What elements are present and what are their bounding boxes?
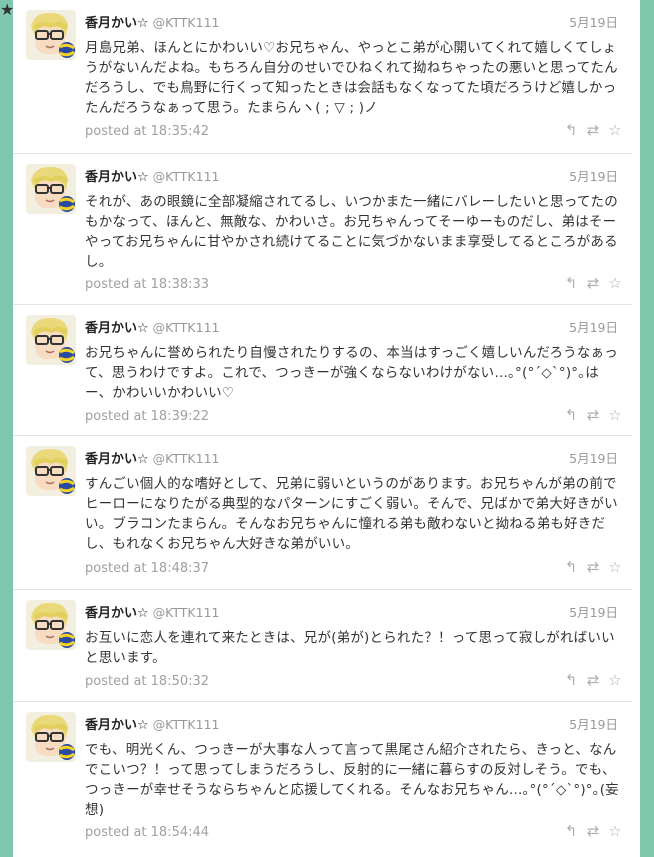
tweet: 香月かい☆ @KTTK111 5月19日 それが、あの眼鏡に全部凝縮されてるし、い… (13, 154, 632, 305)
tweet-date[interactable]: 5月19日 (569, 167, 618, 187)
tweet: 香月かい☆ @KTTK111 5月19日 でも、明光くん、つっきーが大事な人って言… (13, 702, 632, 857)
tweet: 香月かい☆ @KTTK111 5月19日 月島兄弟、ほんとにかわいい♡お兄ちゃん、… (13, 0, 632, 154)
tweet-text: すんごい個人的な嗜好として、兄弟に弱いというのがあります。お兄ちゃんが弟の前でヒ… (85, 476, 618, 552)
tweet-date[interactable]: 5月19日 (569, 13, 618, 33)
tweet-text: お兄ちゃんに誉められたり自慢されたりするの、本当はすっごく嬉しいんだろうなぁって… (85, 345, 618, 401)
tweet-actions: ↰ ⇄ ☆ (560, 821, 626, 841)
author-handle[interactable]: @KTTK111 (153, 451, 220, 466)
retweet-icon[interactable]: ⇄ (582, 557, 604, 577)
reply-icon[interactable]: ↰ (560, 120, 582, 140)
tweet-date[interactable]: 5月19日 (569, 715, 618, 735)
tweet-author: 香月かい☆ @KTTK111 (85, 318, 220, 338)
star-icon[interactable]: ☆ (604, 821, 626, 841)
author-handle[interactable]: @KTTK111 (153, 169, 220, 184)
reply-icon[interactable]: ↰ (560, 273, 582, 293)
retweet-icon[interactable]: ⇄ (582, 120, 604, 140)
tweet-date[interactable]: 5月19日 (569, 318, 618, 338)
author-name[interactable]: 香月かい☆ (85, 606, 149, 621)
author-name[interactable]: 香月かい☆ (85, 718, 149, 733)
avatar[interactable] (26, 10, 76, 60)
avatar[interactable] (26, 164, 76, 214)
tweet: 香月かい☆ @KTTK111 5月19日 すんごい個人的な嗜好として、兄弟に弱いと… (13, 436, 632, 590)
tweet: 香月かい☆ @KTTK111 5月19日 お兄ちゃんに誉められたり自慢されたりする… (13, 305, 632, 436)
retweet-icon[interactable]: ⇄ (582, 405, 604, 425)
posted-time[interactable]: posted at 18:39:22 (85, 407, 209, 427)
avatar[interactable] (26, 315, 76, 365)
tweet-date[interactable]: 5月19日 (569, 449, 618, 469)
tweet-author: 香月かい☆ @KTTK111 (85, 603, 220, 623)
author-name[interactable]: 香月かい☆ (85, 321, 149, 336)
tweet-actions: ↰ ⇄ ☆ (560, 120, 626, 140)
avatar[interactable] (26, 600, 76, 650)
reply-icon[interactable]: ↰ (560, 670, 582, 690)
tweet-actions: ↰ ⇄ ☆ (560, 273, 626, 293)
reply-icon[interactable]: ↰ (560, 557, 582, 577)
posted-time[interactable]: posted at 18:54:44 (85, 823, 209, 843)
retweet-icon[interactable]: ⇄ (582, 273, 604, 293)
tweet-text: でも、明光くん、つっきーが大事な人って言って黒尾さん紹介されたら、きっと、なんで… (85, 742, 619, 818)
author-handle[interactable]: @KTTK111 (153, 15, 220, 30)
tweet-actions: ↰ ⇄ ☆ (560, 405, 626, 425)
tweet-author: 香月かい☆ @KTTK111 (85, 449, 220, 469)
tweet-actions: ↰ ⇄ ☆ (560, 670, 626, 690)
reply-icon[interactable]: ↰ (560, 405, 582, 425)
posted-time[interactable]: posted at 18:38:33 (85, 275, 209, 295)
posted-time[interactable]: posted at 18:48:37 (85, 559, 209, 579)
star-icon[interactable]: ☆ (604, 557, 626, 577)
timeline: 香月かい☆ @KTTK111 5月19日 月島兄弟、ほんとにかわいい♡お兄ちゃん、… (13, 0, 640, 857)
star-icon[interactable]: ☆ (604, 120, 626, 140)
tweet-text: お互いに恋人を連れて来たときは、兄が(弟が)とられた？！って思って寂しがればいい… (85, 630, 615, 666)
tweet-text: それが、あの眼鏡に全部凝縮されてるし、いつかまた一緒にバレーしたいと思ってたのも… (85, 194, 618, 270)
author-handle[interactable]: @KTTK111 (153, 717, 220, 732)
tweet-author: 香月かい☆ @KTTK111 (85, 167, 220, 187)
tweet-date[interactable]: 5月19日 (569, 603, 618, 623)
tweet: 香月かい☆ @KTTK111 5月19日 お互いに恋人を連れて来たときは、兄が(弟… (13, 590, 632, 702)
author-name[interactable]: 香月かい☆ (85, 452, 149, 467)
avatar[interactable] (26, 712, 76, 762)
tweet-author: 香月かい☆ @KTTK111 (85, 715, 220, 735)
posted-time[interactable]: posted at 18:50:32 (85, 672, 209, 692)
author-name[interactable]: 香月かい☆ (85, 170, 149, 185)
tweet-author: 香月かい☆ @KTTK111 (85, 13, 220, 33)
tweet-actions: ↰ ⇄ ☆ (560, 557, 626, 577)
star-icon[interactable]: ☆ (604, 273, 626, 293)
star-icon[interactable]: ☆ (604, 405, 626, 425)
author-handle[interactable]: @KTTK111 (153, 605, 220, 620)
author-name[interactable]: 香月かい☆ (85, 16, 149, 31)
retweet-icon[interactable]: ⇄ (582, 670, 604, 690)
star-icon[interactable]: ☆ (604, 670, 626, 690)
avatar[interactable] (26, 446, 76, 496)
tweet-text: 月島兄弟、ほんとにかわいい♡お兄ちゃん、やっとこ弟が心開いてくれて嬉しくてしょう… (85, 40, 618, 116)
retweet-icon[interactable]: ⇄ (582, 821, 604, 841)
posted-time[interactable]: posted at 18:35:42 (85, 122, 209, 142)
reply-icon[interactable]: ↰ (560, 821, 582, 841)
author-handle[interactable]: @KTTK111 (153, 320, 220, 335)
